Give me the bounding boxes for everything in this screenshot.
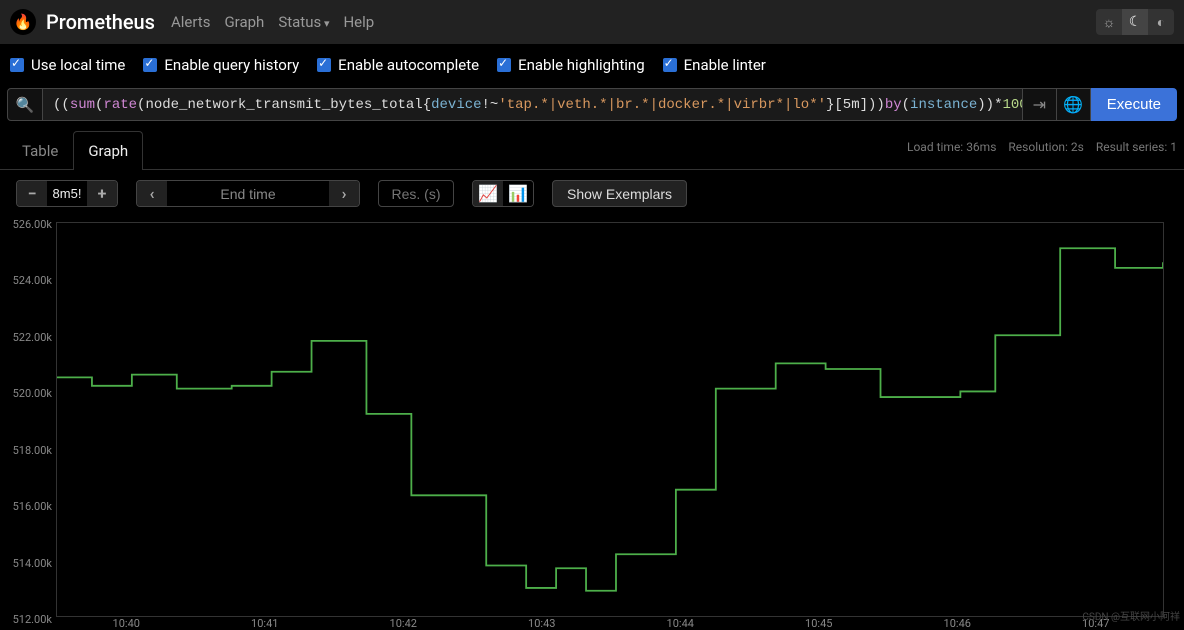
- y-tick: 518.00k: [12, 444, 52, 457]
- theme-light-icon[interactable]: ☼: [1096, 9, 1122, 35]
- stacked-chart-icon[interactable]: 📊: [503, 181, 533, 206]
- checkbox-icon: [317, 58, 331, 72]
- nav-status[interactable]: Status: [278, 13, 329, 31]
- option-autocomplete[interactable]: Enable autocomplete: [317, 56, 479, 74]
- brand-wrap: 🔥 Prometheus: [10, 9, 155, 35]
- nav-help[interactable]: Help: [343, 13, 374, 31]
- y-tick: 524.00k: [12, 274, 52, 287]
- navbar: 🔥 Prometheus Alerts Graph Status Help ☼ …: [0, 0, 1184, 44]
- y-tick: 520.00k: [12, 387, 52, 400]
- globe-icon[interactable]: 🌐: [1057, 88, 1091, 121]
- checkbox-icon: [10, 58, 24, 72]
- theme-toggles: ☼ ☾ ◐: [1096, 9, 1174, 35]
- nav-graph[interactable]: Graph: [224, 13, 264, 31]
- option-linter[interactable]: Enable linter: [663, 56, 766, 74]
- tab-table[interactable]: Table: [7, 131, 73, 170]
- options-row: Use local time Enable query history Enab…: [0, 44, 1184, 88]
- theme-auto-icon[interactable]: ◐: [1148, 9, 1174, 35]
- query-stats: Load time: 36ms Resolution: 2s Result se…: [907, 140, 1177, 160]
- endtime-input[interactable]: [167, 181, 329, 206]
- range-input[interactable]: [47, 181, 87, 206]
- format-icon[interactable]: ⇥: [1023, 88, 1057, 121]
- show-exemplars-button[interactable]: Show Exemplars: [552, 180, 687, 207]
- chart: 526.00k 524.00k 522.00k 520.00k 518.00k 516.0…: [0, 217, 1184, 627]
- range-decrease-icon[interactable]: −: [17, 181, 47, 206]
- query-row: 🔍 (( sum ( rate ( node_network_transmit_…: [0, 88, 1184, 121]
- checkbox-icon: [497, 58, 511, 72]
- stat-resolution: Resolution: 2s: [1008, 140, 1083, 154]
- chart-line: [57, 223, 1163, 616]
- y-tick: 526.00k: [12, 218, 52, 231]
- option-local-time[interactable]: Use local time: [10, 56, 125, 74]
- stat-series: Result series: 1: [1096, 140, 1177, 154]
- nav-alerts[interactable]: Alerts: [171, 13, 211, 31]
- watermark: CSDN @互联网小阿祥: [1082, 608, 1180, 623]
- range-group: − +: [16, 180, 118, 207]
- resolution-input[interactable]: [378, 180, 454, 207]
- time-next-icon[interactable]: ›: [329, 181, 359, 206]
- execute-button[interactable]: Execute: [1091, 88, 1177, 121]
- brand-title: Prometheus: [46, 10, 155, 34]
- y-tick: 522.00k: [12, 331, 52, 344]
- y-tick: 516.00k: [12, 500, 52, 513]
- stat-load-time: Load time: 36ms: [907, 140, 996, 154]
- endtime-group: ‹ ›: [136, 180, 360, 207]
- time-prev-icon[interactable]: ‹: [137, 181, 167, 206]
- checkbox-icon: [663, 58, 677, 72]
- query-input[interactable]: (( sum ( rate ( node_network_transmit_by…: [43, 88, 1023, 121]
- y-tick: 512.00k: [12, 613, 52, 626]
- theme-dark-icon[interactable]: ☾: [1122, 9, 1148, 35]
- option-highlighting[interactable]: Enable highlighting: [497, 56, 645, 74]
- graph-controls: − + ‹ › 📈 📊 Show Exemplars: [0, 170, 1184, 217]
- logo-icon: 🔥: [10, 9, 36, 35]
- tabs-row: Table Graph Load time: 36ms Resolution: …: [0, 121, 1184, 170]
- option-query-history[interactable]: Enable query history: [143, 56, 299, 74]
- tab-graph[interactable]: Graph: [73, 131, 143, 170]
- metrics-explorer-icon[interactable]: 🔍: [7, 88, 43, 121]
- line-chart-icon[interactable]: 📈: [473, 181, 503, 206]
- range-increase-icon[interactable]: +: [87, 181, 117, 206]
- graph-type-group: 📈 📊: [472, 180, 534, 207]
- checkbox-icon: [143, 58, 157, 72]
- nav-links: Alerts Graph Status Help: [171, 13, 374, 31]
- y-tick: 514.00k: [12, 557, 52, 570]
- plot-area[interactable]: 526.00k524.00k522.00k520.00k518.00k516.0…: [56, 222, 1164, 617]
